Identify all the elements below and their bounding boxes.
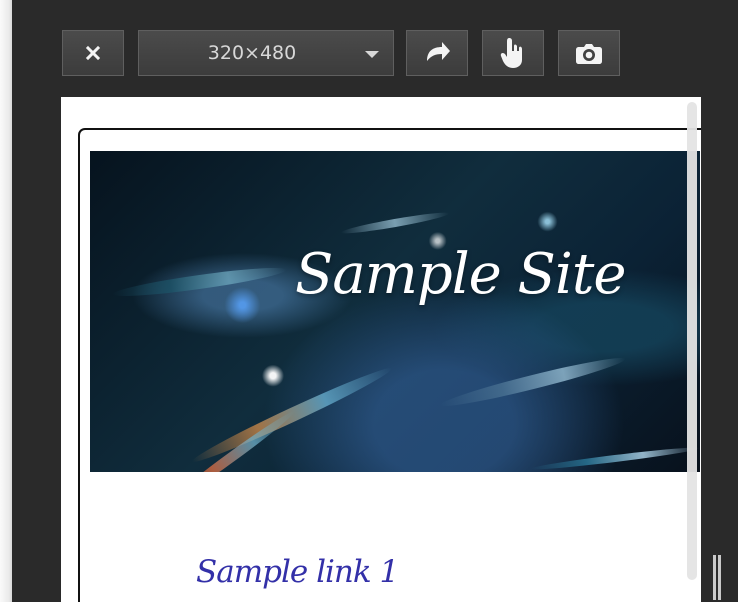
rotate-button[interactable] (406, 30, 468, 76)
viewport-size-dropdown[interactable]: 320×480 (138, 30, 394, 76)
resize-grip-line (713, 555, 716, 600)
responsive-preview-panel: 320×480 Sample Site Sample link 1 (12, 0, 738, 602)
screenshot-button[interactable] (558, 30, 620, 76)
sample-site-page: Sample Site Sample link 1 (78, 128, 701, 602)
hero-nebula-streak (340, 209, 450, 237)
sample-link-1[interactable]: Sample link 1 (196, 548, 399, 596)
hero-image: Sample Site (90, 151, 700, 472)
viewport-resize-grip[interactable] (711, 555, 725, 600)
device-viewport: Sample Site Sample link 1 (61, 97, 701, 602)
close-button[interactable] (62, 30, 124, 76)
browser-edge (0, 0, 12, 602)
hero-nebula-streak (439, 352, 627, 412)
scrollbar-thumb[interactable] (687, 102, 697, 580)
camera-icon (575, 41, 603, 65)
chevron-down-icon (365, 51, 379, 58)
hero-nebula-streak (530, 444, 700, 472)
rotate-icon (422, 39, 452, 67)
responsive-toolbar: 320×480 (12, 0, 738, 90)
close-icon (85, 45, 101, 61)
site-title: Sample Site (295, 242, 626, 307)
hero-nebula-streak (111, 262, 288, 302)
touch-icon (499, 36, 527, 70)
resize-grip-line (718, 555, 721, 600)
vertical-scrollbar[interactable] (682, 102, 704, 602)
touch-simulation-button[interactable] (482, 30, 544, 76)
viewport-size-label: 320×480 (207, 42, 297, 64)
